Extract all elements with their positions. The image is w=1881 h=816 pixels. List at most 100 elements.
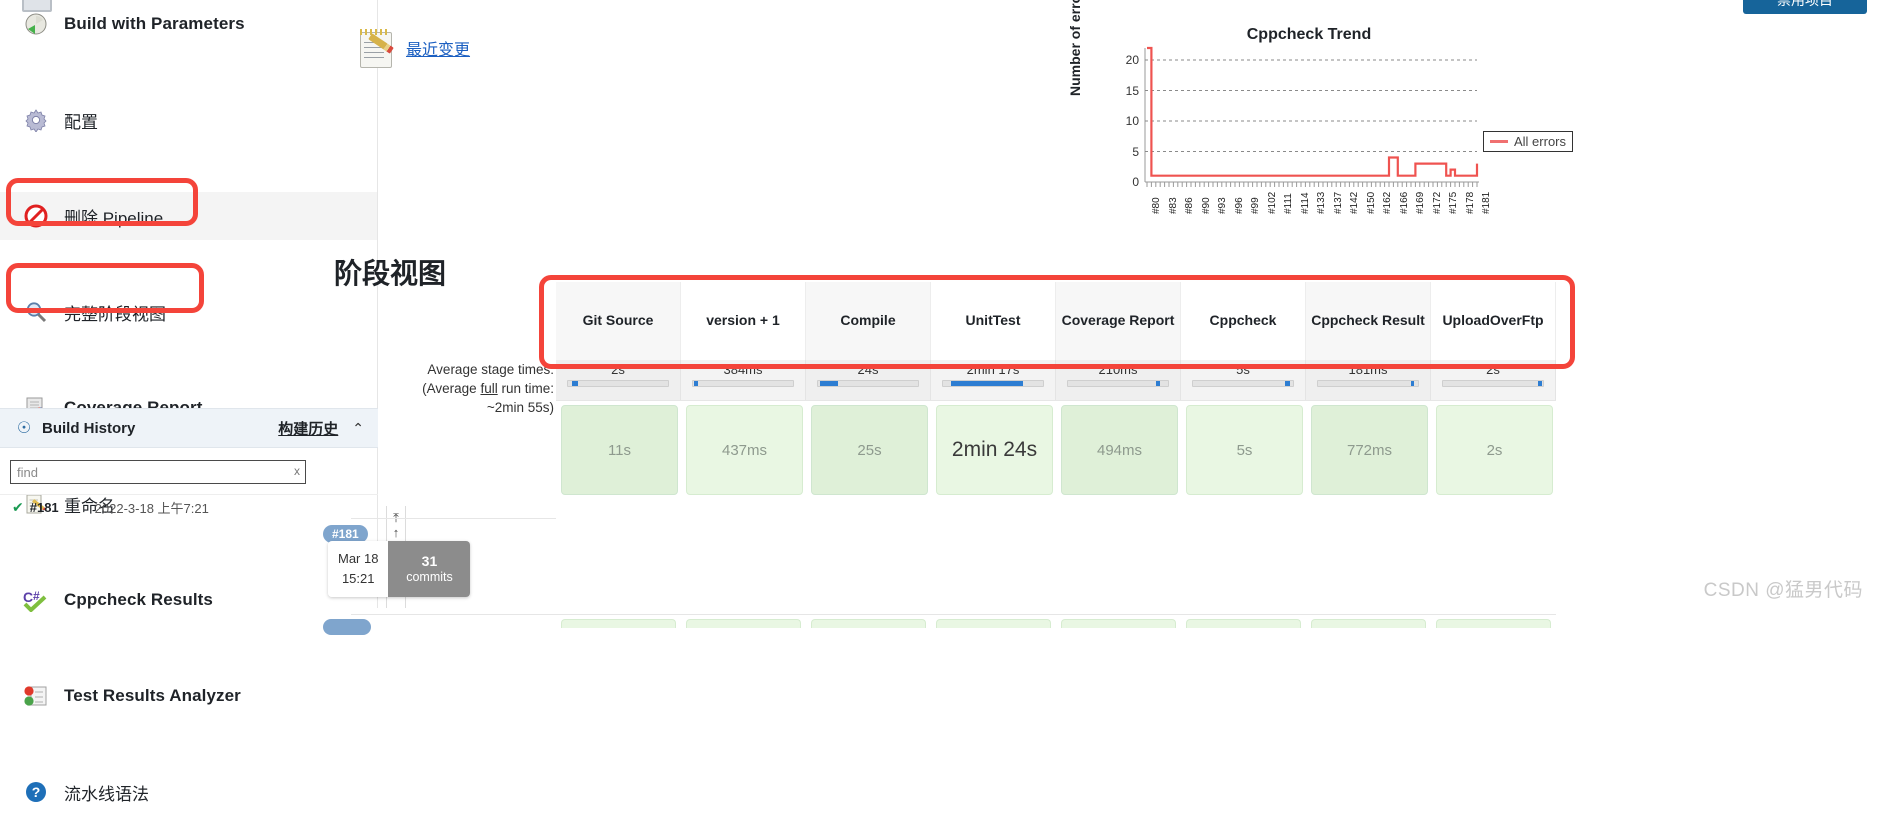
- stage-average-time: 181ms: [1348, 362, 1388, 377]
- status-success-icon: ✔: [12, 499, 24, 515]
- stage-average-time: 5s: [1236, 362, 1250, 377]
- stage-header-cell[interactable]: Cppcheck: [1181, 282, 1306, 360]
- build-info-card[interactable]: Mar 18 15:21 31 commits: [328, 541, 471, 597]
- chart-x-tick-label: #114: [1299, 192, 1311, 214]
- chart-x-tick-label: #93: [1217, 197, 1228, 214]
- stage-build-cell[interactable]: 437ms: [681, 401, 806, 497]
- chart-x-tick-label: #166: [1398, 191, 1410, 214]
- next-build-cell[interactable]: [556, 615, 681, 631]
- stage-average-time: 384ms: [723, 362, 763, 377]
- build-time: 15:21: [341, 571, 375, 586]
- build-history-find[interactable]: x: [10, 460, 306, 484]
- chart-x-tick-label: #133: [1316, 191, 1327, 214]
- build-history-row[interactable]: ✔ #181 2022-3-18 上午7:21: [0, 494, 378, 520]
- next-build-cell[interactable]: [1181, 615, 1306, 631]
- help-icon: ?: [22, 778, 50, 806]
- next-build-cell[interactable]: [1056, 615, 1181, 631]
- recent-changes-link[interactable]: 最近变更: [406, 36, 470, 60]
- next-build-cell[interactable]: [681, 615, 806, 631]
- stage-header-cell[interactable]: Git Source: [556, 282, 681, 360]
- stage-build-cell[interactable]: 5s: [1181, 401, 1306, 497]
- sidebar-item-label: 删除 Pipeline: [64, 208, 164, 228]
- sidebar-item-build-with-parameters[interactable]: Build with Parameters: [0, 0, 377, 48]
- stage-average-cell: 210ms: [1056, 360, 1181, 400]
- stage-header-cell[interactable]: UploadOverFtp: [1431, 282, 1556, 360]
- chart-x-tick-label: #181: [1481, 191, 1492, 214]
- avg-label-line2: (Average full run time: ~2min 55s): [422, 381, 554, 415]
- stage-header-cell[interactable]: Compile: [806, 282, 931, 360]
- stage-build-duration[interactable]: 494ms: [1061, 405, 1178, 495]
- sidebar-item-label: 配置: [64, 112, 98, 132]
- chart-legend: All errors: [1483, 131, 1574, 152]
- chart-x-tick-label: #111: [1283, 193, 1294, 214]
- stage-average-bar: [692, 380, 794, 387]
- svg-text:20: 20: [1126, 53, 1140, 67]
- stage-build-cell[interactable]: 25s: [806, 401, 931, 497]
- chart-x-tick-label: #102: [1266, 191, 1278, 214]
- chart-x-tick-label: #80: [1151, 197, 1162, 214]
- stage-average-cell: 384ms: [681, 360, 806, 400]
- stage-header-cell[interactable]: Cppcheck Result: [1306, 282, 1431, 360]
- stage-build-duration[interactable]: 25s: [811, 405, 928, 495]
- build-label-cell[interactable]: #181 Mar 18 15:21 31 commits: [323, 518, 556, 614]
- svg-text:10: 10: [1126, 114, 1140, 128]
- stage-build-duration[interactable]: 772ms: [1311, 405, 1428, 495]
- sidebar-item-test-results-analyzer[interactable]: Test Results Analyzer: [0, 672, 377, 720]
- chart-x-tick-label: #90: [1200, 197, 1212, 214]
- stage-build-duration[interactable]: 437ms: [686, 405, 803, 495]
- chart-plot: 0 5 10 15 20: [1126, 46, 1479, 189]
- build-history-header[interactable]: ☉ Build History 构建历史 ⌃: [0, 408, 378, 448]
- chart-x-tick-label: #142: [1349, 191, 1360, 214]
- stage-average-bar: [567, 380, 669, 387]
- next-build-cell[interactable]: [1431, 615, 1556, 631]
- stage-header-cell[interactable]: version + 1: [681, 282, 806, 360]
- build-history-icon: ☉: [16, 420, 32, 437]
- stage-average-time: 24s: [857, 362, 879, 377]
- stage-build-cell[interactable]: 494ms: [1056, 401, 1181, 497]
- chart-x-tick-label: #178: [1464, 191, 1476, 214]
- search-input[interactable]: [10, 460, 306, 484]
- sidebar-item-delete-pipeline[interactable]: 删除 Pipeline: [0, 192, 377, 240]
- sidebar-item-pipeline-syntax[interactable]: ? 流水线语法: [0, 768, 377, 816]
- build-history-title-cn[interactable]: 构建历史: [278, 418, 338, 439]
- build-number[interactable]: #181: [30, 500, 59, 515]
- svg-text:5: 5: [1132, 145, 1139, 159]
- chevron-up-icon[interactable]: ⌃: [352, 420, 364, 437]
- avg-label-line1: Average stage times:: [427, 362, 554, 377]
- sidebar-item-cppcheck-results[interactable]: C # Cppcheck Results: [0, 576, 377, 624]
- stage-build-duration[interactable]: 11s: [561, 405, 678, 495]
- stage-average-cell: 2min 17s: [931, 360, 1056, 400]
- stage-build-duration[interactable]: 5s: [1186, 405, 1303, 495]
- next-build-cell[interactable]: [931, 615, 1056, 631]
- stage-build-duration[interactable]: 2s: [1436, 405, 1553, 495]
- disable-project-button[interactable]: 禁用项目: [1743, 0, 1867, 14]
- delete-icon: [22, 202, 50, 230]
- stage-average-bar: [1317, 380, 1419, 387]
- stage-header-row: Git Source version + 1 Compile UnitTest Cove…: [556, 282, 1556, 360]
- stage-average-bar: [817, 380, 919, 387]
- commits-label: commits: [406, 570, 453, 584]
- next-build-cell[interactable]: [1306, 615, 1431, 631]
- build-commits[interactable]: 31 commits: [388, 541, 471, 597]
- chart-x-tick-label: #86: [1184, 197, 1195, 214]
- stage-build-cell[interactable]: 11s: [556, 401, 681, 497]
- build-row: 11s 437ms 25s 2min 24s 494ms 5s 772ms 2s: [556, 400, 1556, 497]
- next-build-row: [323, 614, 1556, 635]
- close-icon[interactable]: x: [294, 464, 300, 478]
- stage-average-cell: 2s: [1431, 360, 1556, 400]
- stage-build-duration[interactable]: 2min 24s: [936, 405, 1053, 495]
- recent-changes[interactable]: 最近变更: [354, 26, 470, 70]
- stage-average-cell: 5s: [1181, 360, 1306, 400]
- next-build-cell[interactable]: [806, 615, 931, 631]
- stage-build-cell[interactable]: 772ms: [1306, 401, 1431, 497]
- stage-header-cell[interactable]: UnitTest: [931, 282, 1056, 360]
- stage-header-cell[interactable]: Coverage Report: [1056, 282, 1181, 360]
- chart-x-tick-label: #169: [1415, 191, 1426, 214]
- next-build-number-pill[interactable]: [323, 619, 371, 635]
- stage-build-cell[interactable]: 2min 24s: [931, 401, 1056, 497]
- sidebar-item-full-stage-view[interactable]: 完整阶段视图: [0, 288, 377, 336]
- build-history-title: Build History: [42, 419, 136, 437]
- stage-build-cell[interactable]: 2s: [1431, 401, 1556, 497]
- sidebar-item-label: 完整阶段视图: [64, 304, 166, 324]
- sidebar-item-configure[interactable]: 配置: [0, 96, 377, 144]
